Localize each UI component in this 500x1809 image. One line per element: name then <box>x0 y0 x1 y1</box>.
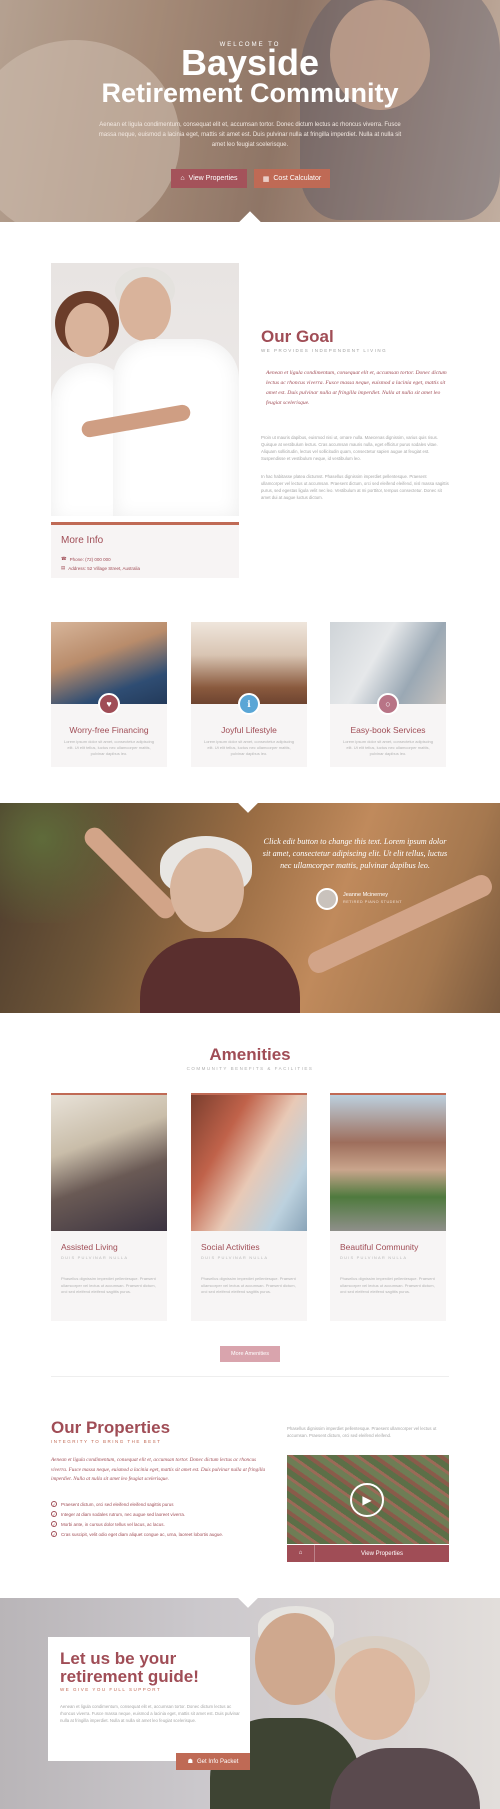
more-info-title: More Info <box>61 535 104 546</box>
phone-text: Phone: (72) 000 000 <box>69 556 111 562</box>
amenities-title: Amenities <box>209 1045 291 1064</box>
feature-title-financing: Worry-free Financing <box>69 725 149 735</box>
properties-text: Aenean et ligula condimentum, consequat … <box>51 1457 266 1482</box>
amenity-subtitle: DUIS PULVINAR NULLA <box>61 1255 129 1260</box>
list-item: ✓ Praesent dictum, orci sed eleifend ele… <box>51 1501 269 1507</box>
hero-title: Bayside Retirement Community <box>0 45 500 108</box>
guide-subtitle: WE GIVE YOU FULL SUPPORT <box>60 1687 162 1692</box>
amenity-photo-beautiful-community <box>330 1095 446 1231</box>
amenity-text: Phasellus dignissim imperdiet pellentesq… <box>61 1276 156 1294</box>
address-line: ▤ Address: 52 Village Street, Australia <box>61 565 140 571</box>
feature-title-lifestyle: Joyful Lifestyle <box>221 725 277 735</box>
section-divider <box>51 1376 449 1377</box>
guide-man-face <box>255 1613 335 1705</box>
cost-calculator-label: Cost Calculator <box>273 175 322 182</box>
hero-title-line2: Retirement Community <box>101 78 399 108</box>
goal-title: Our Goal <box>261 327 334 346</box>
feature-photo-lifestyle <box>191 622 307 704</box>
guide-title: Let us be your retirement guide! <box>60 1649 199 1686</box>
circle-icon: ○ <box>377 693 399 715</box>
properties-subtitle: INTEGRITY TO BRING THE BEST <box>51 1439 162 1444</box>
feature-photo-financing <box>51 622 167 704</box>
home-icon: ⌂ <box>287 1545 315 1562</box>
feature-text-financing: Lorem ipsum dolor sit amet, consectetur … <box>63 739 155 756</box>
guide-woman-face <box>335 1648 415 1740</box>
amenity-photo-social-activities <box>191 1095 307 1231</box>
amenities-subtitle: COMMUNITY BENEFITS & FACILITIES <box>186 1066 314 1071</box>
list-item-text: Cras suscipit, velit odio eget diam aliq… <box>61 1531 224 1537</box>
list-item-text: Praesent dictum, orci sed eleifend eleif… <box>61 1501 174 1507</box>
feature-title-services: Easy-book Services <box>350 725 426 735</box>
amenity-subtitle: DUIS PULVINAR NULLA <box>340 1255 408 1260</box>
hero-intro: Aenean et ligula condimentum, consequat … <box>98 122 402 148</box>
amenity-title: Social Activities <box>201 1242 260 1252</box>
list-item: ✓ Integer at diam sodales rutrum, nec au… <box>51 1511 269 1517</box>
info-icon: ℹ <box>238 693 260 715</box>
goal-paragraph-1: Proin ut mauris dapibus, euismod nisi ut… <box>261 435 438 461</box>
banner-woman-body <box>140 938 300 1013</box>
list-item: ✓ Morbi ante, in cursus dolor tellus vel… <box>51 1521 269 1527</box>
hero-section: WELCOME TO Bayside Retirement Community … <box>0 0 500 222</box>
list-item: ✓ Cras suscipit, velit odio eget diam al… <box>51 1531 269 1537</box>
feature-card-financing: ♥ Worry-free Financing Lorem ipsum dolor… <box>51 622 167 767</box>
amenity-subtitle: DUIS PULVINAR NULLA <box>201 1255 269 1260</box>
get-info-packet-label: Get Info Packet <box>197 1758 239 1765</box>
properties-right-text: Phasellus dignissim imperdiet pellentesq… <box>287 1426 437 1438</box>
get-info-packet-button[interactable]: ☗ Get Info Packet <box>176 1753 250 1770</box>
phone-icon: ☎ <box>61 556 67 561</box>
feature-card-lifestyle: ℹ Joyful Lifestyle Lorem ipsum dolor sit… <box>191 622 307 767</box>
more-info-box: More Info ☎ Phone: (72) 000 000 ▤ Addres… <box>51 522 239 578</box>
amenity-title: Beautiful Community <box>340 1242 419 1252</box>
amenity-text: Phasellus dignissim imperdiet pellentesq… <box>340 1276 435 1294</box>
testimonial-role: RETIRED PIANO STUDENT <box>343 900 403 904</box>
testimonial-name: Jeanne Mcinerney <box>343 892 388 898</box>
cost-calculator-button[interactable]: ▦ Cost Calculator <box>254 169 330 188</box>
check-icon: ✓ <box>51 1521 57 1527</box>
address-text: Address: 52 Village Street, Australia <box>68 565 140 571</box>
view-properties-bar-button[interactable]: ⌂ View Properties <box>287 1545 449 1562</box>
heart-icon: ♥ <box>98 693 120 715</box>
testimonial-banner <box>0 803 500 1013</box>
amenity-photo-assisted-living <box>51 1095 167 1231</box>
feature-card-services: ○ Easy-book Services Lorem ipsum dolor s… <box>330 622 446 767</box>
hero-title-line1: Bayside <box>180 42 320 83</box>
amenity-title: Assisted Living <box>61 1242 118 1252</box>
person-icon: ☗ <box>187 1759 194 1765</box>
view-properties-label: View Properties <box>188 175 238 182</box>
goal-couple-photo <box>51 263 239 516</box>
amenity-card-assisted-living: Assisted Living DUIS PULVINAR NULLA Phas… <box>51 1093 167 1321</box>
amenity-text: Phasellus dignissim imperdiet pellentesq… <box>201 1276 296 1294</box>
check-icon: ✓ <box>51 1511 57 1517</box>
goal-quote: Aenean et ligula condimentum, consequat … <box>266 370 447 406</box>
guide-text: Aenean et ligula condimentum, consequat … <box>60 1704 240 1723</box>
check-icon: ✓ <box>51 1531 57 1537</box>
man-face <box>119 277 171 341</box>
testimonial-quote: Click edit button to change this text. L… <box>262 837 448 870</box>
banner-raised-arm-right <box>304 871 496 977</box>
banner-woman-face <box>170 848 244 932</box>
woman-face <box>65 303 109 357</box>
properties-title: Our Properties <box>51 1418 171 1437</box>
avatar <box>316 888 338 910</box>
list-item-text: Integer at diam sodales rutrum, nec augu… <box>61 1511 186 1517</box>
view-properties-button[interactable]: ⌂ View Properties <box>171 169 247 188</box>
feature-photo-services <box>330 622 446 704</box>
amenity-card-social-activities: Social Activities DUIS PULVINAR NULLA Ph… <box>191 1093 307 1321</box>
play-icon[interactable]: ▶ <box>350 1483 384 1517</box>
feature-text-services: Lorem ipsum dolor sit amet, consectetur … <box>342 739 434 756</box>
list-item-text: Morbi ante, in cursus dolor tellus vel l… <box>61 1521 165 1527</box>
more-amenities-button[interactable]: More Amenities <box>220 1346 280 1362</box>
home-icon: ⌂ <box>180 175 185 182</box>
phone-line[interactable]: ☎ Phone: (72) 000 000 <box>61 556 111 562</box>
amenity-card-beautiful-community: Beautiful Community DUIS PULVINAR NULLA … <box>330 1093 446 1321</box>
check-icon: ✓ <box>51 1501 57 1507</box>
calculator-icon: ▦ <box>262 175 270 183</box>
hero-overlay <box>0 0 500 222</box>
goal-paragraph-2: In hac habitasse platea dictumst. Phasel… <box>261 474 449 500</box>
view-properties-bar-label: View Properties <box>361 1550 403 1557</box>
goal-subtitle: WE PROVIDES INDEPENDENT LIVING <box>261 348 388 353</box>
map-icon: ▤ <box>61 565 66 570</box>
feature-text-lifestyle: Lorem ipsum dolor sit amet, consectetur … <box>203 739 295 756</box>
